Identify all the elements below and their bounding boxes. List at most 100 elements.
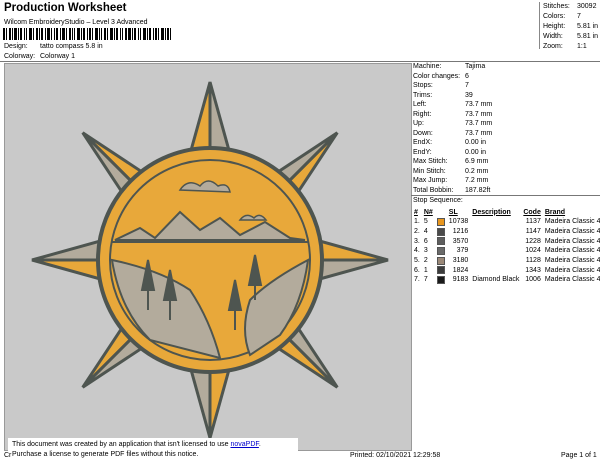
row-swatch bbox=[435, 265, 447, 275]
color-swatch bbox=[436, 266, 445, 275]
stat-zoom: Zoom: 1:1 bbox=[543, 43, 587, 50]
design-value: tatto compass 5.8 in bbox=[40, 43, 103, 50]
row-code: 1137 bbox=[525, 218, 541, 226]
row-description bbox=[470, 236, 521, 246]
table-row: 4. 3 379 1024 Madeira Classic 40 bbox=[412, 246, 600, 256]
row-num: 1. bbox=[414, 218, 420, 226]
row-brand: Madeira Classic 40 bbox=[544, 257, 600, 265]
novapdf-link[interactable]: novaPDF bbox=[230, 441, 258, 448]
row-code: 1128 bbox=[525, 257, 541, 265]
stat-stitches: Stitches: 30092 bbox=[543, 3, 597, 10]
row-swatch bbox=[435, 246, 447, 256]
row-description bbox=[470, 227, 521, 237]
info-min-stitch: Min Stitch: 0.2 mm bbox=[413, 167, 489, 175]
barcode bbox=[3, 28, 171, 40]
table-row: 5. 2 3180 1128 Madeira Classic 40 bbox=[412, 256, 600, 266]
machine-info-panel: Machine: Tajima Color changes: 6 Stops: 7 T… bbox=[411, 63, 600, 194]
row-description bbox=[470, 256, 521, 266]
color-swatch bbox=[436, 275, 445, 284]
row-brand: Madeira Classic 40 bbox=[544, 266, 600, 274]
footer-left: Cr bbox=[4, 452, 12, 459]
page-number: Page 1 of 1 bbox=[561, 452, 597, 459]
colorway-row: Colorway: Colorway 1 bbox=[4, 53, 75, 60]
info-trims: Trims: 39 bbox=[413, 91, 473, 99]
col-brand: Brand bbox=[544, 208, 566, 216]
table-row: 7. 7 9183 Diamond Black 1006 Madeira Classic … bbox=[412, 275, 600, 285]
color-swatch bbox=[436, 217, 445, 226]
info-right: Right: 73.7 mm bbox=[413, 110, 493, 118]
row-sl: 1216 bbox=[452, 228, 469, 236]
row-num: 7. bbox=[414, 276, 420, 284]
row-code: 1024 bbox=[525, 247, 541, 255]
row-swatch bbox=[435, 256, 447, 266]
table-row: 1. 5 10738 1137 Madeira Classic 40 bbox=[412, 217, 600, 227]
row-sl: 379 bbox=[456, 247, 469, 255]
color-swatch bbox=[436, 246, 445, 255]
stat-colors: Colors: 7 bbox=[543, 13, 581, 20]
row-num: 2. bbox=[414, 228, 420, 236]
license-notice: This document was created by an applicat… bbox=[8, 438, 298, 462]
info-endy: EndY: 0.00 in bbox=[413, 148, 487, 156]
row-needle: 6 bbox=[423, 237, 428, 245]
row-needle: 3 bbox=[423, 247, 428, 255]
table-row: 6. 1 1824 1343 Madeira Classic 40 bbox=[412, 265, 600, 275]
table-row: 3. 6 3570 1228 Madeira Classic 40 bbox=[412, 236, 600, 246]
row-sl: 10738 bbox=[448, 218, 469, 226]
table-header-row: # N# SL Description Code Brand bbox=[412, 207, 600, 217]
color-swatch bbox=[436, 237, 445, 246]
colorway-value: Colorway 1 bbox=[40, 53, 76, 60]
info-endx: EndX: 0.00 in bbox=[413, 139, 487, 146]
info-divider bbox=[411, 195, 600, 196]
color-swatch bbox=[436, 227, 445, 236]
row-sl: 3180 bbox=[452, 257, 469, 265]
row-description bbox=[470, 217, 521, 227]
row-description bbox=[470, 265, 521, 275]
stat-width: Width: 5.81 in bbox=[543, 33, 599, 40]
design-label: Design: bbox=[4, 43, 28, 50]
info-up: Up: 73.7 mm bbox=[413, 120, 493, 127]
info-color-changes: Color changes: 6 bbox=[413, 72, 469, 80]
row-code: 1147 bbox=[525, 228, 541, 236]
compass-star-artwork bbox=[31, 81, 389, 439]
row-swatch bbox=[435, 227, 447, 237]
stop-sequence-title: Stop Sequence: bbox=[413, 197, 463, 204]
row-brand: Madeira Classic 40 bbox=[544, 276, 600, 284]
row-num: 4. bbox=[414, 247, 420, 255]
divider bbox=[0, 61, 600, 62]
info-max-stitch: Max Stitch: 6.9 mm bbox=[413, 158, 489, 165]
row-code: 1228 bbox=[525, 237, 541, 245]
row-swatch bbox=[435, 217, 447, 227]
info-left: Left: 73.7 mm bbox=[413, 101, 493, 108]
row-description: Diamond Black bbox=[472, 276, 520, 284]
design-preview bbox=[4, 63, 412, 451]
col-num: # bbox=[414, 208, 418, 216]
row-description bbox=[470, 246, 521, 256]
row-num: 5. bbox=[414, 257, 420, 265]
stat-height: Height: 5.81 in bbox=[543, 23, 599, 30]
col-n: N# bbox=[423, 208, 433, 216]
row-needle: 5 bbox=[423, 218, 428, 226]
row-brand: Madeira Classic 40 bbox=[544, 228, 600, 236]
row-brand: Madeira Classic 40 bbox=[544, 218, 600, 226]
info-total-bobbin: Total Bobbin: 187.82ft bbox=[413, 186, 491, 194]
row-brand: Madeira Classic 40 bbox=[544, 247, 600, 255]
info-stops: Stops: 7 bbox=[413, 82, 469, 89]
row-brand: Madeira Classic 40 bbox=[544, 237, 600, 245]
color-swatch bbox=[436, 256, 445, 265]
row-code: 1006 bbox=[525, 276, 541, 284]
row-num: 3. bbox=[414, 237, 420, 245]
row-swatch bbox=[435, 275, 447, 285]
stop-sequence-table: # N# SL Description Code Brand 1. 5 10738 1… bbox=[412, 207, 600, 285]
printed-date: Printed: 02/10/2021 12:29:58 bbox=[350, 452, 441, 459]
info-down: Down: 73.7 mm bbox=[413, 129, 493, 137]
col-swatch bbox=[435, 207, 447, 217]
col-description: Description bbox=[472, 208, 511, 216]
row-sl: 9183 bbox=[452, 276, 469, 284]
col-sl: SL bbox=[448, 208, 458, 216]
row-code: 1343 bbox=[525, 266, 541, 274]
page-title: Production Worksheet bbox=[4, 2, 127, 14]
col-code: Code bbox=[523, 208, 541, 216]
design-row: Design: tatto compass 5.8 in bbox=[4, 43, 103, 50]
row-sl: 3570 bbox=[452, 237, 469, 245]
design-stats: Stitches: 30092 Colors: 7 Height: 5.81 in W… bbox=[539, 2, 600, 50]
